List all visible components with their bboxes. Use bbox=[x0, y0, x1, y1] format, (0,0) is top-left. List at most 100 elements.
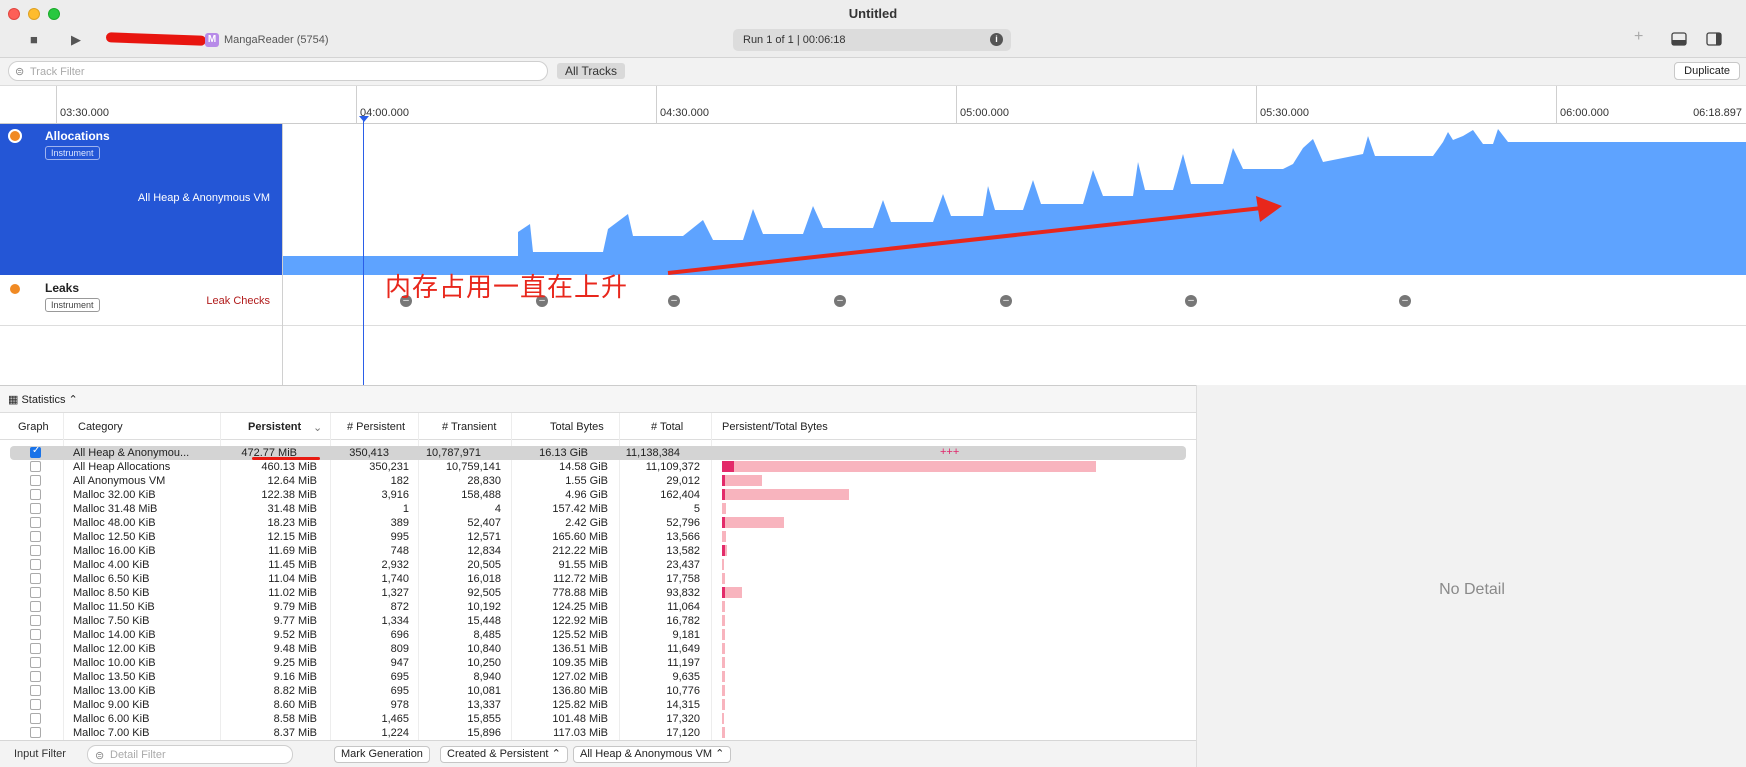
table-row[interactable]: Malloc 13.50 KiB 9.16 MiB 695 8,940 127.02 M… bbox=[0, 670, 1196, 684]
playhead-handle-icon[interactable] bbox=[359, 116, 369, 122]
column-header-n-transient[interactable]: # Transient bbox=[442, 421, 496, 433]
instrument-badge[interactable]: Instrument bbox=[45, 298, 100, 312]
table-row[interactable]: Malloc 10.00 KiB 9.25 MiB 947 10,250 109.35 … bbox=[0, 656, 1196, 670]
column-header-persistent[interactable]: Persistent bbox=[248, 421, 301, 433]
table-row[interactable]: Malloc 6.50 KiB 11.04 MiB 1,740 16,018 112.7… bbox=[0, 572, 1196, 586]
table-row[interactable]: All Anonymous VM 12.64 MiB 182 28,830 1.55 G… bbox=[0, 474, 1196, 488]
leak-check-icon[interactable]: – bbox=[834, 295, 846, 307]
table-row[interactable]: All Heap & Anonymou...472.77 MiB350,4131… bbox=[10, 446, 1186, 460]
stop-icon[interactable]: ■ bbox=[30, 32, 38, 48]
allocation-type-selector[interactable]: All Heap & Anonymous VM ⌃ bbox=[573, 746, 732, 763]
graph-checkbox[interactable] bbox=[30, 545, 41, 556]
cell-n-total: 11,109,372 bbox=[645, 461, 700, 473]
table-row[interactable]: Malloc 7.00 KiB 8.37 MiB 1,224 15,896 117.03… bbox=[0, 726, 1196, 740]
column-header-n-persistent[interactable]: # Persistent bbox=[347, 421, 405, 433]
persistent-total-bar bbox=[722, 615, 725, 626]
table-row[interactable]: Malloc 6.00 KiB 8.58 MiB 1,465 15,855 101.48… bbox=[0, 712, 1196, 726]
graph-checkbox[interactable] bbox=[30, 643, 41, 654]
pause-resume-icon[interactable]: ▶︎ bbox=[71, 32, 81, 48]
persistent-total-bar bbox=[722, 489, 849, 500]
table-row[interactable]: Malloc 32.00 KiB 122.38 MiB 3,916 158,488 4.… bbox=[0, 488, 1196, 502]
cell-n-transient: 20,505 bbox=[467, 559, 501, 571]
table-row[interactable]: All Heap Allocations 460.13 MiB 350,231 10,… bbox=[0, 460, 1196, 474]
graph-checkbox[interactable] bbox=[30, 489, 41, 500]
column-header-persistent-total-bytes[interactable]: Persistent/Total Bytes bbox=[722, 421, 828, 433]
duplicate-button[interactable]: Duplicate bbox=[1674, 62, 1740, 80]
track-allocations[interactable]: Allocations Instrument All Heap & Anonym… bbox=[0, 124, 282, 275]
chevron-updown-icon: ⌃ bbox=[551, 748, 561, 760]
table-row[interactable]: Malloc 16.00 KiB 11.69 MiB 748 12,834 212.22… bbox=[0, 544, 1196, 558]
table-row[interactable]: Malloc 11.50 KiB 9.79 MiB 872 10,192 124.25 … bbox=[0, 600, 1196, 614]
graph-checkbox[interactable] bbox=[30, 559, 41, 570]
persistent-total-bar bbox=[722, 643, 725, 654]
table-row[interactable]: Malloc 12.50 KiB 12.15 MiB 995 12,571 165.60… bbox=[0, 530, 1196, 544]
leak-check-icon[interactable]: – bbox=[668, 295, 680, 307]
ruler-tick bbox=[56, 86, 57, 124]
graph-checkbox[interactable] bbox=[30, 446, 41, 458]
leak-check-icon[interactable]: – bbox=[1185, 295, 1197, 307]
graph-checkbox[interactable] bbox=[30, 713, 41, 724]
leak-check-icon[interactable]: – bbox=[1000, 295, 1012, 307]
graph-checkbox[interactable] bbox=[30, 629, 41, 640]
column-header-total-bytes[interactable]: Total Bytes bbox=[550, 421, 604, 433]
persistent-total-bar bbox=[722, 629, 725, 640]
target-process-selector[interactable]: MangaReader (5754) bbox=[224, 34, 329, 46]
graph-checkbox[interactable] bbox=[30, 685, 41, 696]
graph-checkbox[interactable] bbox=[30, 727, 41, 738]
cell-n-persistent: 947 bbox=[390, 657, 409, 669]
add-instrument-icon[interactable]: + bbox=[1634, 28, 1650, 45]
column-header-n-total[interactable]: # Total bbox=[651, 421, 683, 433]
cell-n-persistent: 1,224 bbox=[381, 727, 409, 739]
right-panel-toggle-icon[interactable] bbox=[1706, 32, 1722, 46]
table-row[interactable]: Malloc 13.00 KiB 8.82 MiB 695 10,081 136.80 … bbox=[0, 684, 1196, 698]
timeline-ruler[interactable]: 03:30.000 04:00.000 04:30.000 05:00.000 … bbox=[0, 86, 1746, 124]
graph-checkbox[interactable] bbox=[30, 657, 41, 668]
all-tracks-button[interactable]: All Tracks bbox=[557, 63, 626, 79]
graph-checkbox[interactable] bbox=[30, 461, 41, 472]
table-row[interactable]: Malloc 7.50 KiB 9.77 MiB 1,334 15,448 122.92… bbox=[0, 614, 1196, 628]
cell-total-bytes: 117.03 MiB bbox=[553, 727, 608, 739]
graph-checkbox[interactable] bbox=[30, 573, 41, 584]
graph-checkbox[interactable] bbox=[30, 615, 41, 626]
allocations-graph[interactable] bbox=[283, 124, 1746, 275]
graph-checkbox[interactable] bbox=[30, 587, 41, 598]
track-leaks[interactable]: Leaks Instrument Leak Checks bbox=[0, 275, 282, 326]
graph-checkbox[interactable] bbox=[30, 475, 41, 486]
ruler-tick bbox=[1256, 86, 1257, 124]
bottom-panel-toggle-icon[interactable] bbox=[1671, 32, 1687, 46]
mark-generation-button[interactable]: Mark Generation bbox=[334, 746, 430, 763]
playhead[interactable] bbox=[363, 116, 364, 385]
sort-descending-icon[interactable]: ⌄ bbox=[313, 421, 322, 434]
cell-total-bytes: 127.02 MiB bbox=[552, 671, 608, 683]
cell-n-total: 17,320 bbox=[666, 713, 700, 725]
track-filter-input[interactable]: ⊜ Track Filter bbox=[8, 61, 548, 81]
persistent-total-bar bbox=[722, 559, 724, 570]
table-row[interactable]: Malloc 12.00 KiB 9.48 MiB 809 10,840 136.51 … bbox=[0, 642, 1196, 656]
graph-checkbox[interactable] bbox=[30, 699, 41, 710]
table-row[interactable]: Malloc 9.00 KiB 8.60 MiB 978 13,337 125.82 M… bbox=[0, 698, 1196, 712]
allocation-lifespan-selector[interactable]: Created & Persistent ⌃ bbox=[440, 746, 568, 763]
cell-total-bytes: 778.88 MiB bbox=[552, 587, 608, 599]
column-header-category[interactable]: Category bbox=[78, 421, 123, 433]
graph-checkbox[interactable] bbox=[30, 601, 41, 612]
info-icon[interactable]: i bbox=[990, 33, 1003, 46]
view-mode-selector[interactable]: ▦ Statistics ⌃ bbox=[8, 393, 78, 406]
table-row[interactable]: Malloc 8.50 KiB 11.02 MiB 1,327 92,505 778.8… bbox=[0, 586, 1196, 600]
app-icon: M bbox=[205, 33, 219, 47]
instrument-badge[interactable]: Instrument bbox=[45, 146, 100, 160]
graph-checkbox[interactable] bbox=[30, 503, 41, 514]
table-row[interactable]: Malloc 14.00 KiB 9.52 MiB 696 8,485 125.52 M… bbox=[0, 628, 1196, 642]
run-status[interactable]: Run 1 of 1 | 00:06:18 i bbox=[733, 29, 1011, 51]
no-detail-text: No Detail bbox=[1439, 581, 1505, 598]
table-row[interactable]: Malloc 48.00 KiB 18.23 MiB 389 52,407 2.42 G… bbox=[0, 516, 1196, 530]
graph-checkbox[interactable] bbox=[30, 517, 41, 528]
detail-filter-input[interactable]: ⊜ Detail Filter bbox=[87, 745, 293, 764]
cell-total-bytes: 136.80 MiB bbox=[552, 685, 608, 697]
column-header-graph[interactable]: Graph bbox=[18, 421, 49, 433]
table-row[interactable]: Malloc 31.48 MiB 31.48 MiB 1 4 157.42 MiB 5 bbox=[0, 502, 1196, 516]
graph-checkbox[interactable] bbox=[30, 671, 41, 682]
table-row[interactable]: Malloc 4.00 KiB 11.45 MiB 2,932 20,505 91.55… bbox=[0, 558, 1196, 572]
redacted-device-name bbox=[105, 32, 207, 46]
leak-check-icon[interactable]: – bbox=[1399, 295, 1411, 307]
graph-checkbox[interactable] bbox=[30, 531, 41, 542]
